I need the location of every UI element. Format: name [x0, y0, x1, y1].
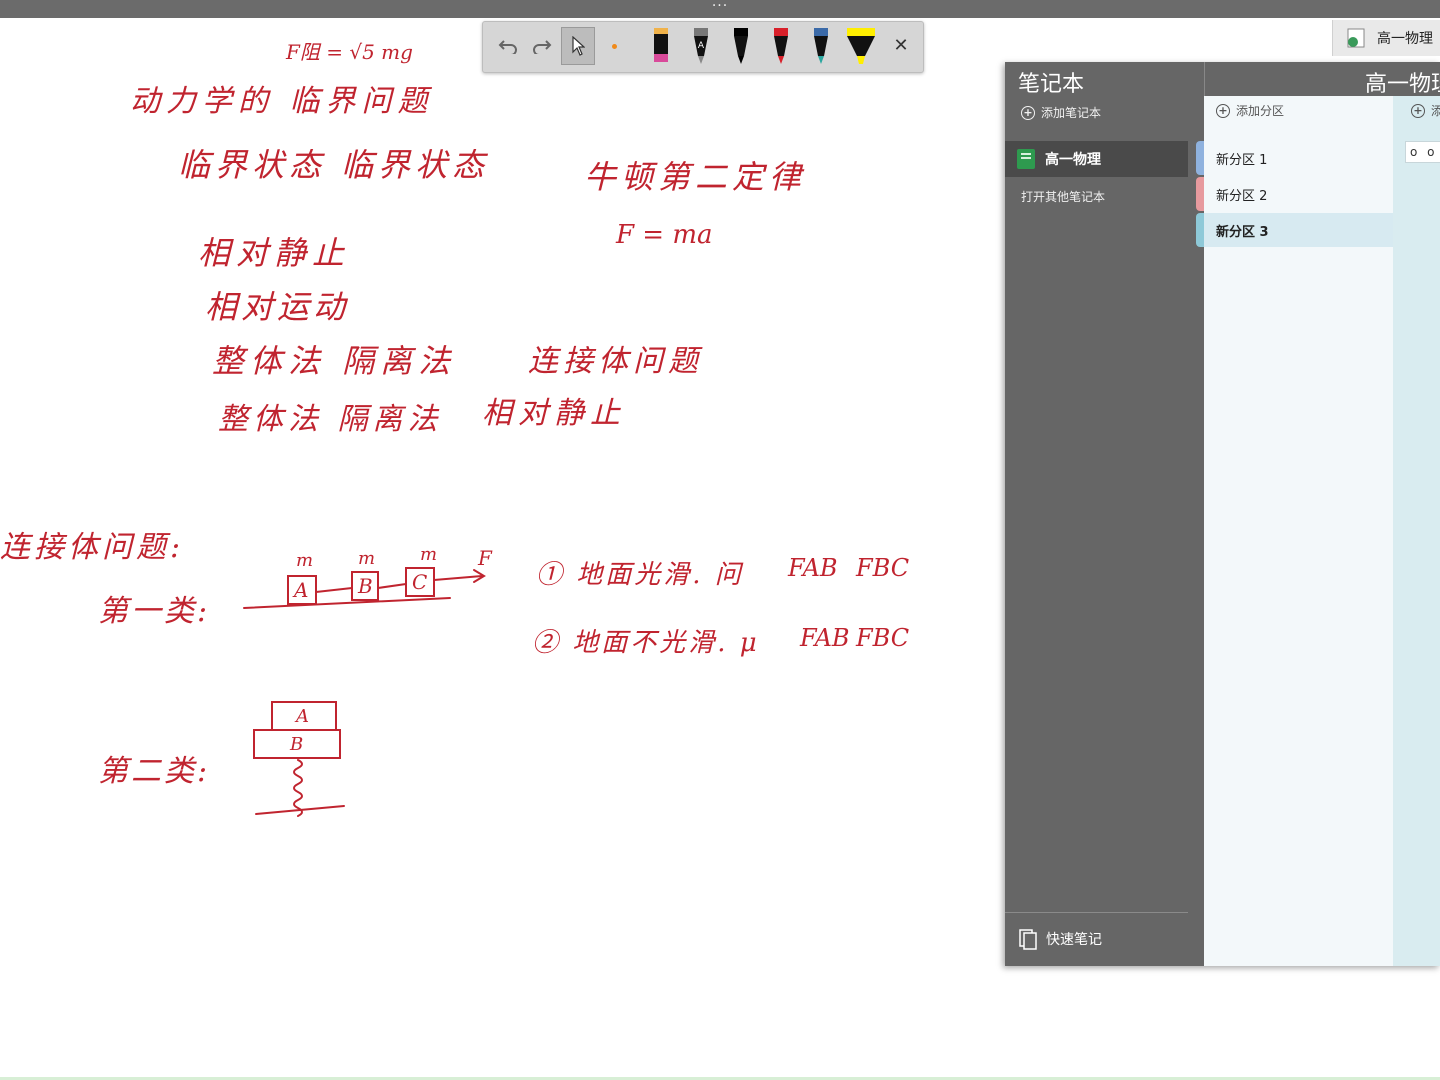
notebook-icon [1017, 149, 1035, 169]
open-other-notebooks-link[interactable]: 打开其他笔记本 [1021, 188, 1105, 205]
pen-a-button[interactable]: A [687, 26, 715, 66]
block-b-label: B [358, 574, 373, 598]
laser-dot-icon [611, 43, 617, 49]
add-page-label: 添 [1431, 104, 1440, 118]
page-column: + 添 o o [1393, 96, 1440, 966]
section-color-tab [1196, 177, 1204, 211]
laser-dot-button[interactable] [597, 27, 631, 65]
stack-block-a-label: A [296, 706, 309, 727]
block-c-label: C [412, 570, 428, 594]
svg-text:A: A [698, 41, 705, 51]
section-item-label: 新分区 3 [1216, 224, 1269, 240]
section-header-title: 高一物理 [1365, 72, 1440, 97]
plus-icon: + [1411, 103, 1425, 118]
page-search-input[interactable]: o o [1405, 141, 1440, 163]
section-item-3[interactable]: 新分区 3 [1196, 213, 1393, 247]
block-a-label: A [294, 578, 309, 602]
mass-label-3: m [420, 544, 438, 565]
mass-label-1: m [296, 550, 314, 571]
notebook-sync-icon [1347, 28, 1365, 48]
add-notebook-button[interactable]: + 添加笔记本 [1021, 104, 1101, 121]
quick-notes-label: 快速笔记 [1046, 932, 1102, 948]
pen-black-icon [734, 28, 748, 64]
pen-pink-button[interactable] [647, 26, 675, 66]
select-tool-button[interactable] [561, 27, 595, 65]
current-notebook-button[interactable]: 高一物理 [1332, 20, 1440, 56]
footer-divider [1005, 912, 1188, 913]
connected-blocks-diagram: m m m F A B C A B [0, 18, 1000, 1080]
section-item-1[interactable]: 新分区 1 [1196, 141, 1393, 175]
notebook-header: 笔记本 [1018, 72, 1085, 97]
highlighter-yellow-icon [847, 28, 875, 64]
undo-button[interactable] [491, 27, 525, 65]
add-notebook-label: 添加笔记本 [1041, 106, 1102, 120]
section-column-header: 高一物理 [1204, 62, 1440, 97]
section-item-label: 新分区 1 [1216, 152, 1268, 168]
notebook-panel: 笔记本 + 添加笔记本 高一物理 打开其他笔记本 快速笔记 高一物理 + 添加分… [1005, 62, 1440, 966]
pen-black-button[interactable] [727, 26, 755, 66]
pen-a-icon: A [694, 28, 708, 64]
add-section-label: 添加分区 [1236, 104, 1285, 118]
pen-teal-icon [814, 28, 828, 64]
section-color-tab [1196, 141, 1204, 175]
close-toolbar-button[interactable]: ✕ [887, 32, 915, 60]
undo-icon [498, 40, 517, 54]
section-item-2[interactable]: 新分区 2 [1196, 177, 1393, 211]
pen-teal-button[interactable] [807, 26, 835, 66]
quick-notes-button[interactable]: 快速笔记 [1018, 928, 1102, 950]
force-label: F [478, 546, 492, 570]
redo-icon [533, 40, 552, 54]
pen-toolbar: A ✕ [482, 21, 924, 73]
section-item-label: 新分区 2 [1216, 188, 1268, 204]
pen-red-button[interactable] [767, 26, 795, 66]
notebook-column: 笔记本 + 添加笔记本 高一物理 打开其他笔记本 快速笔记 [1005, 62, 1204, 966]
plus-icon: + [1021, 105, 1035, 120]
pen-pink-icon [654, 28, 668, 62]
notebook-item-gaoyi-wuli[interactable]: 高一物理 [1005, 141, 1188, 177]
add-section-button[interactable]: + 添加分区 [1216, 102, 1284, 119]
pen-red-icon [774, 28, 788, 64]
section-color-tab [1196, 213, 1204, 247]
quick-notes-icon [1019, 929, 1037, 950]
highlighter-yellow-button[interactable] [845, 26, 877, 66]
stack-block-b-label: B [290, 734, 304, 755]
notebook-item-label: 高一物理 [1045, 152, 1101, 168]
section-column: + 添加分区 新分区 1 新分区 2 新分区 3 [1196, 96, 1393, 966]
current-notebook-label: 高一物理 [1377, 31, 1433, 47]
cursor-icon [572, 36, 585, 56]
redo-button[interactable] [525, 27, 559, 65]
window-title-handle[interactable]: ··· [0, 0, 1440, 18]
mass-label-2: m [358, 548, 376, 569]
add-page-button[interactable]: + 添 [1411, 102, 1440, 119]
plus-icon: + [1216, 103, 1230, 118]
